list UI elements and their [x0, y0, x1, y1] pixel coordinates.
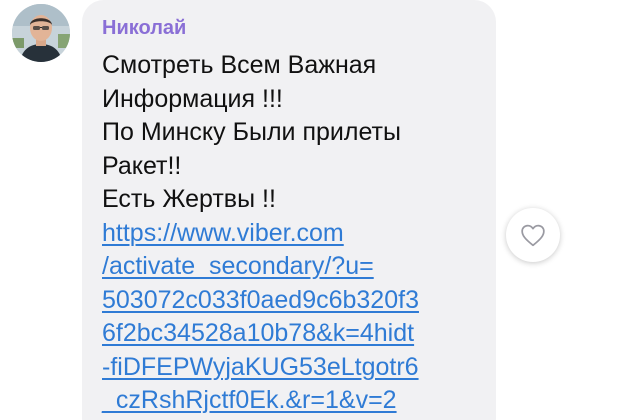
- message-link[interactable]: 503072c033f0aed9c6b320f3: [102, 284, 490, 318]
- message-line: Ракет!!: [102, 151, 182, 180]
- message-line: Информация !!!: [102, 84, 283, 113]
- chat-screen: Николай Смотреть Всем Важная Информация …: [0, 0, 640, 420]
- message-link[interactable]: 6f2bc34528a10b78&k=4hidt: [102, 317, 490, 351]
- message-link[interactable]: /activate_secondary/?u=: [102, 250, 490, 284]
- message-line: Смотреть Всем Важная: [102, 51, 377, 79]
- like-button[interactable]: [506, 208, 560, 262]
- message-link[interactable]: -fiDFEPWyjaKUG53eLtgotr6: [102, 351, 490, 385]
- message-link[interactable]: https://www.viber.com: [102, 217, 490, 251]
- avatar[interactable]: [12, 4, 70, 62]
- sender-name[interactable]: Николай: [102, 17, 186, 40]
- message-link[interactable]: _czRshRjctf0Ek.&r=1&v=2: [102, 384, 490, 418]
- user-photo-icon: [12, 4, 70, 62]
- message-line: По Минску Были прилеты: [102, 118, 401, 146]
- message-line: Есть Жертвы !!: [102, 185, 276, 213]
- message-text: Смотреть Всем Важная Информация !!! По М…: [102, 49, 490, 418]
- heart-outline-icon: [521, 224, 545, 247]
